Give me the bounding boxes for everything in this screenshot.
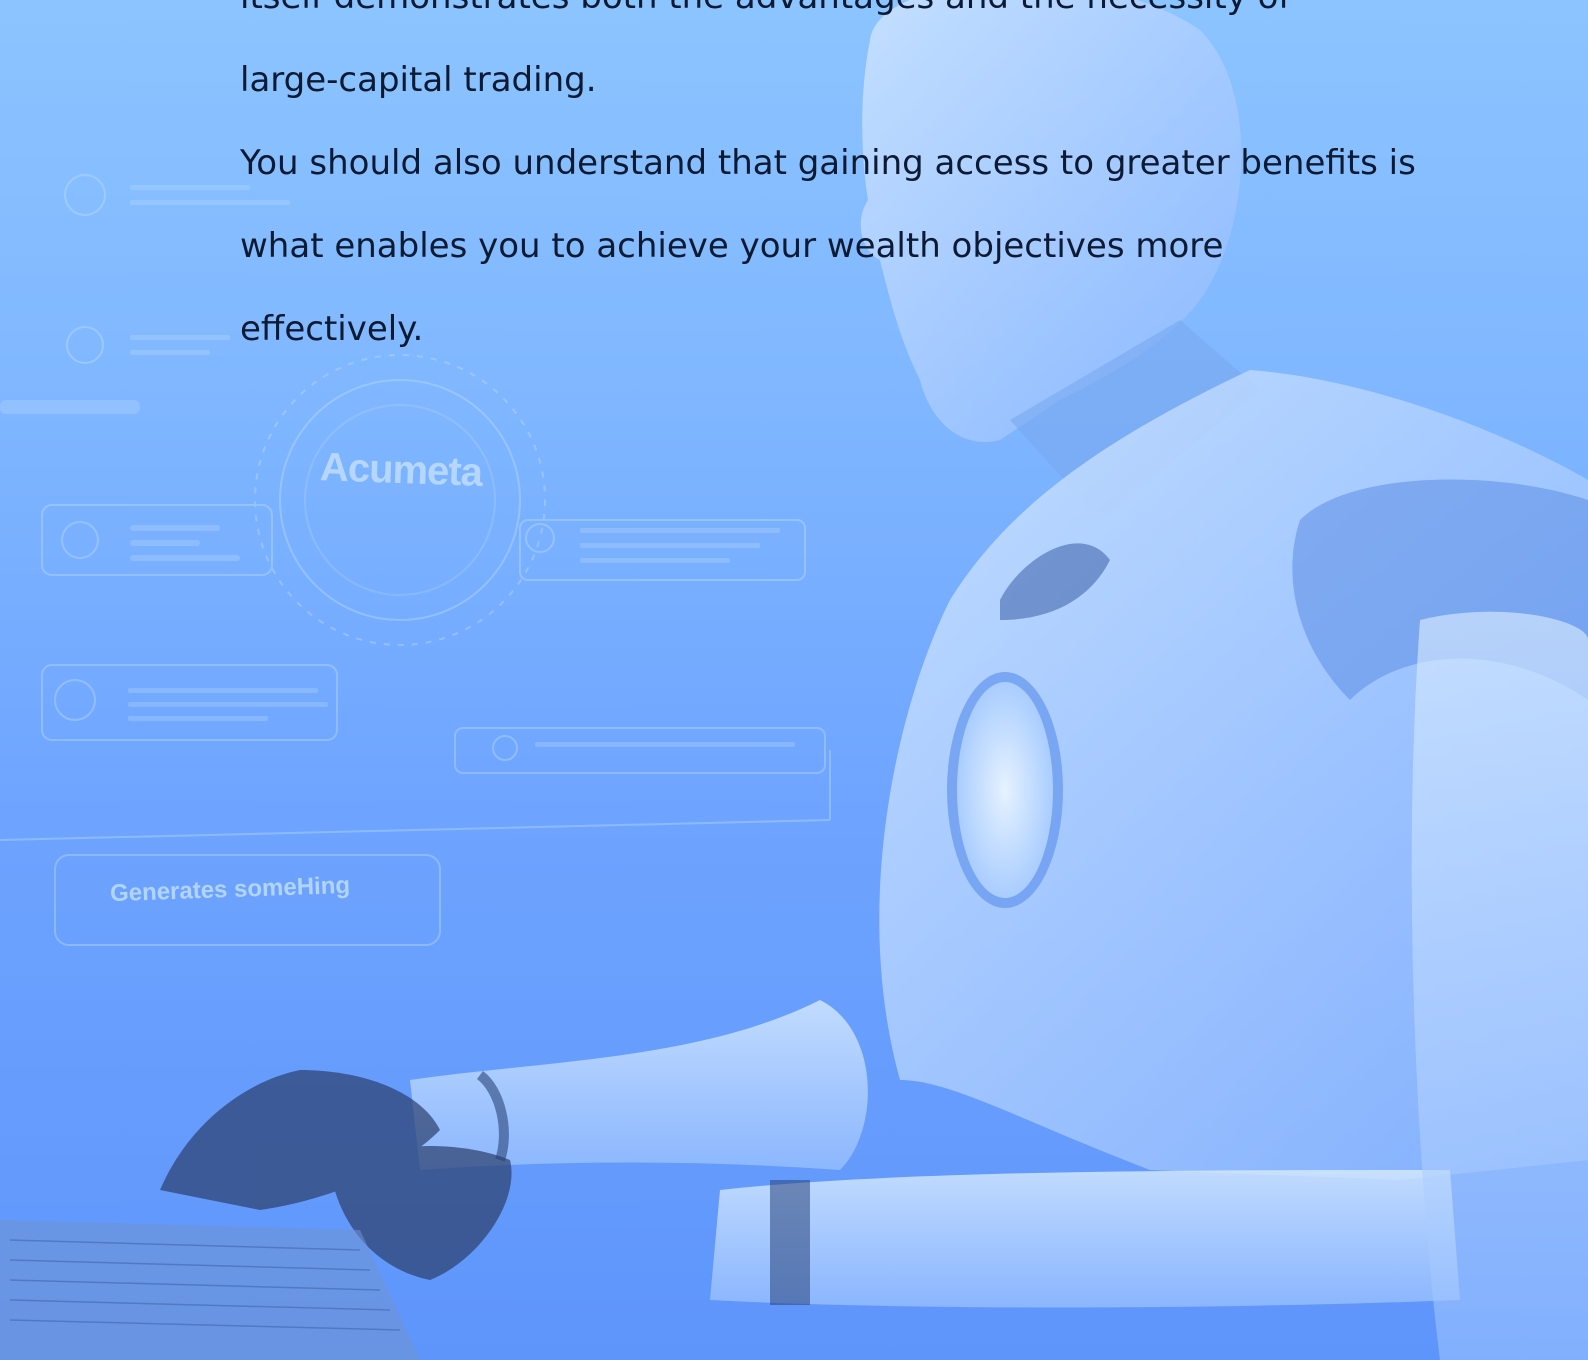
paragraph-2: You should also understand that gaining … [240, 122, 1440, 371]
hud-logo-text: Acumeta [319, 445, 483, 495]
paragraph-2-line-2: what enables you to achieve your wealth … [240, 226, 1224, 266]
paragraph-1-line-1: itself demonstrates both the advantages … [240, 0, 1290, 17]
paragraph-2-line-1: You should also understand that gaining … [240, 143, 1416, 183]
body-text: itself demonstrates both the advantages … [240, 0, 1440, 371]
paragraph-1: itself demonstrates both the advantages … [240, 0, 1440, 122]
paragraph-2-line-3: effectively. [240, 309, 424, 349]
paragraph-1-line-2: large-capital trading. [240, 60, 597, 100]
